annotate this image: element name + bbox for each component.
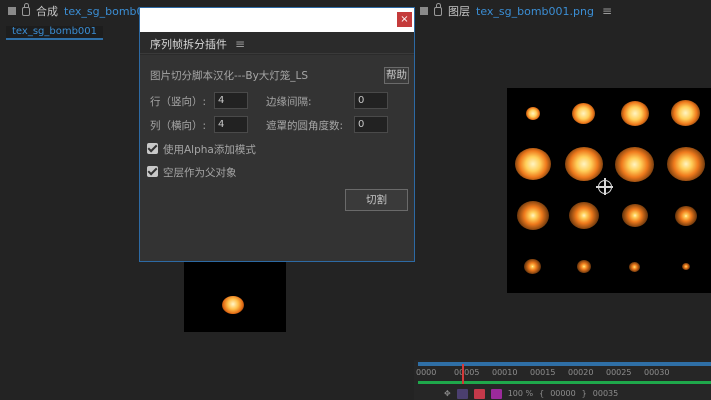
explosion-frame [667, 147, 705, 181]
ruler-tick: 00020 [568, 368, 594, 377]
out-point-icon[interactable]: } [582, 389, 587, 398]
composition-canvas[interactable] [184, 262, 286, 332]
dialog-titlebar[interactable]: × [140, 8, 414, 32]
anchor-tool-icon[interactable]: ✥ [444, 389, 451, 398]
panel-close-square-icon[interactable] [420, 7, 428, 15]
show-channel-button[interactable] [473, 388, 485, 399]
layer-panel-header: 图层 tex_sg_bomb001.png ≡ [414, 0, 711, 22]
explosion-frame [572, 103, 595, 124]
mask-radius-label: 遮罩的圆角度数: [266, 120, 344, 132]
rows-input[interactable]: 4 [214, 92, 248, 109]
zoom-readout[interactable]: 100 % [508, 389, 533, 398]
explosion-frame [615, 147, 654, 182]
lock-icon[interactable] [434, 2, 442, 16]
dialog-tab-row: 序列帧拆分插件 ≡ [140, 34, 414, 54]
in-point-value[interactable]: 00000 [550, 389, 575, 398]
explosion-frame [675, 206, 697, 226]
ruler-tick: 00030 [644, 368, 670, 377]
composition-tab[interactable]: tex_sg_bomb001 [6, 26, 104, 40]
edge-spacing-input[interactable]: 0 [354, 92, 388, 109]
explosion-frame [515, 148, 551, 180]
edge-spacing-label: 边缘间隔: [266, 96, 312, 108]
alpha-mode-checkbox[interactable] [147, 143, 158, 154]
ruler-tick: 00015 [530, 368, 556, 377]
timeline-controls: ✥ 100 % { 00000 } 00035 [414, 387, 711, 400]
timeline-bar: 0000 00005 00010 00015 00020 00025 00030… [414, 360, 711, 400]
ruler-tick: 00025 [606, 368, 632, 377]
close-icon[interactable]: × [397, 12, 412, 27]
explosion-preview [222, 296, 244, 314]
dialog-title: 序列帧拆分插件 [150, 37, 227, 51]
cut-button[interactable]: 切割 [345, 189, 408, 211]
lock-icon[interactable] [22, 2, 30, 16]
help-button[interactable]: 帮助 [384, 67, 409, 84]
layer-header-label: 图层 [448, 5, 470, 18]
layer-panel: 图层 tex_sg_bomb001.png ≡ 0000 00005 00010… [414, 0, 711, 400]
explosion-frame [621, 101, 649, 126]
alpha-mode-label: 使用Alpha添加模式 [163, 144, 256, 156]
composition-header-label: 合成 [36, 5, 58, 18]
explosion-frame [524, 259, 541, 274]
in-point-icon[interactable]: { [539, 389, 544, 398]
panel-menu-icon[interactable]: ≡ [602, 4, 612, 18]
dialog-body: 图片切分脚本汉化---By大灯笼_LS 帮助 行（竖向）: 4 边缘间隔: 0 … [140, 55, 414, 261]
timeline-ruler[interactable]: 0000 00005 00010 00015 00020 00025 00030 [414, 368, 711, 380]
explosion-frame [517, 201, 549, 230]
sprite-split-dialog: × 序列帧拆分插件 ≡ 图片切分脚本汉化---By大灯笼_LS 帮助 行（竖向）… [139, 7, 415, 262]
sprite-sheet-preview[interactable] [507, 88, 711, 293]
snapshot-button[interactable] [456, 388, 468, 399]
null-parent-checkbox[interactable] [147, 166, 158, 177]
explosion-frame [622, 204, 648, 227]
playhead[interactable] [462, 364, 464, 384]
explosion-frame [526, 107, 540, 120]
mask-radius-input[interactable]: 0 [354, 116, 388, 133]
explosion-frame [671, 100, 700, 126]
cols-label: 列（横向）: [150, 120, 207, 132]
ruler-tick: 00010 [492, 368, 518, 377]
ruler-tick: 00005 [454, 368, 480, 377]
out-point-value[interactable]: 00035 [593, 389, 618, 398]
explosion-frame [569, 202, 599, 229]
color-label-button[interactable] [490, 388, 502, 399]
dialog-menu-icon[interactable]: ≡ [235, 37, 245, 51]
panel-close-square-icon[interactable] [8, 7, 16, 15]
explosion-frame [629, 262, 640, 272]
layer-header-link[interactable]: tex_sg_bomb001.png [476, 5, 594, 18]
null-parent-label: 空层作为父对象 [163, 167, 237, 179]
explosion-frame [565, 147, 603, 181]
explosion-frame [682, 263, 690, 270]
rows-label: 行（竖向）: [150, 96, 207, 108]
anchor-point-icon[interactable] [596, 178, 613, 195]
explosion-frame [577, 260, 591, 273]
dialog-description: 图片切分脚本汉化---By大灯笼_LS [150, 70, 309, 82]
cols-input[interactable]: 4 [214, 116, 248, 133]
ruler-tick: 0000 [416, 368, 437, 377]
